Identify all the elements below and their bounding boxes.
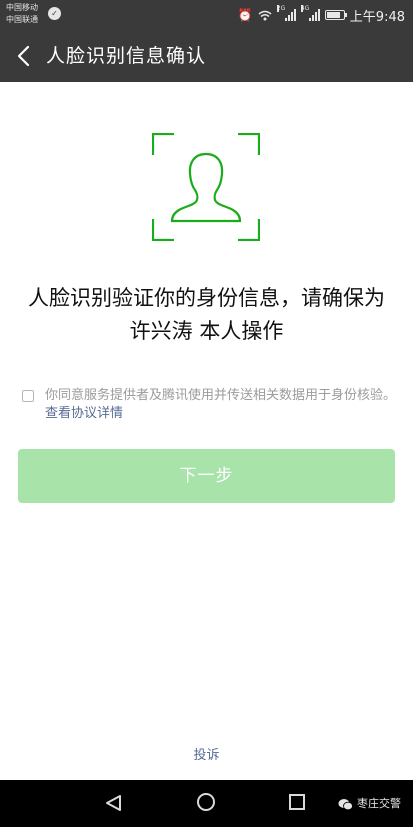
wechat-icon: ✓ bbox=[48, 7, 61, 20]
wifi-icon bbox=[258, 10, 272, 20]
agreement-text: 你同意服务提供者及腾讯使用并传送相关数据用于身份核验。 bbox=[45, 388, 397, 403]
verification-message: 人脸识别验证你的身份信息，请确保为 许兴涛 本人操作 bbox=[0, 282, 413, 348]
wechat-logo-icon bbox=[338, 798, 353, 810]
watermark: 枣庄交警 bbox=[338, 797, 401, 811]
signal-2-tag: 4G bbox=[300, 5, 310, 12]
nav-recents-icon[interactable] bbox=[289, 794, 305, 810]
status-bar: 中国移动 中国联通 ✓ ⏰ 2G 4G 上午9:48 bbox=[0, 0, 413, 30]
next-button[interactable]: 下一步 bbox=[18, 449, 395, 503]
nav-back-icon[interactable] bbox=[104, 794, 122, 812]
watermark-text: 枣庄交警 bbox=[357, 797, 401, 810]
alarm-icon: ⏰ bbox=[237, 8, 253, 22]
agreement-link[interactable]: 查看协议详情 bbox=[45, 406, 123, 421]
navigation-bar: 枣庄交警 bbox=[0, 780, 413, 827]
face-frame-icon bbox=[152, 133, 260, 241]
signal-1-tag: 2G bbox=[276, 5, 286, 12]
headline-line-2: 许兴涛 本人操作 bbox=[129, 319, 284, 343]
page-title: 人脸识别信息确认 bbox=[46, 45, 207, 67]
title-bar: 人脸识别信息确认 bbox=[0, 30, 413, 82]
headline-line-1: 人脸识别验证你的身份信息，请确保为 bbox=[28, 286, 385, 310]
carrier-1: 中国移动 bbox=[6, 3, 38, 12]
complaint-link[interactable]: 投诉 bbox=[0, 744, 413, 763]
status-icons: ⏰ 2G 4G 上午9:48 bbox=[237, 5, 405, 25]
agreement-text-block: 你同意服务提供者及腾讯使用并传送相关数据用于身份核验。查看协议详情 bbox=[45, 387, 397, 423]
battery-icon bbox=[324, 10, 347, 20]
battery-level bbox=[326, 12, 341, 18]
clock: 上午9:48 bbox=[349, 9, 405, 25]
nav-home-icon[interactable] bbox=[197, 793, 215, 811]
back-arrow-icon[interactable] bbox=[14, 43, 36, 69]
agreement-checkbox[interactable] bbox=[22, 390, 34, 402]
carrier-2: 中国联通 bbox=[6, 15, 38, 24]
signal-icon: 2G bbox=[276, 5, 296, 21]
signal-icon: 4G bbox=[300, 5, 320, 21]
carrier-info: 中国移动 中国联通 bbox=[6, 2, 38, 26]
